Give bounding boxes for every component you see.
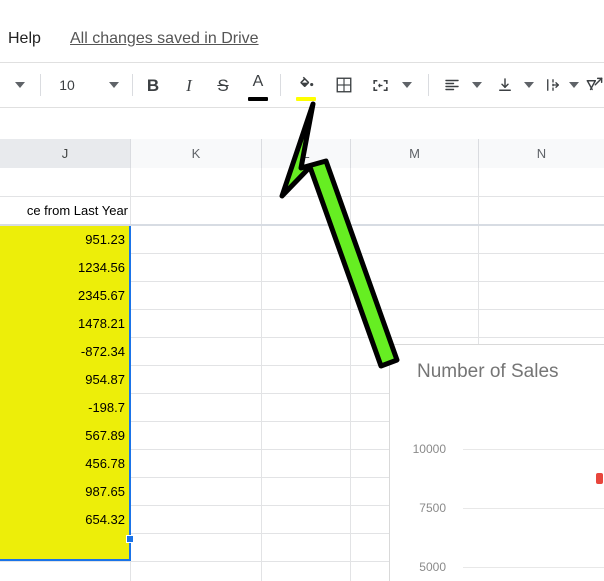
chevron-down-icon (109, 82, 119, 88)
cell-j-7[interactable]: -198.7 (0, 393, 129, 421)
horizontal-align-icon (445, 79, 459, 91)
column-header-n[interactable]: N (479, 139, 604, 168)
menu-item-help[interactable]: Help (8, 29, 41, 49)
cell-j-12[interactable] (0, 533, 129, 561)
save-status-label[interactable]: All changes saved in Drive (70, 29, 259, 49)
horizontal-align-button[interactable] (438, 63, 466, 107)
merge-cells-dropdown[interactable] (396, 63, 418, 107)
toolbar-divider (40, 74, 41, 96)
bold-button[interactable]: B (140, 63, 166, 107)
font-size-dropdown[interactable] (100, 63, 128, 107)
chevron-down-icon (402, 82, 412, 88)
cell-j-8[interactable]: 567.89 (0, 421, 129, 449)
cell-j-3[interactable]: 2345.67 (0, 281, 129, 309)
spreadsheet-grid[interactable]: J K L M N ce from Last Year 951.23 1234.… (0, 108, 604, 581)
grid-vline (130, 168, 131, 581)
vertical-align-icon (499, 78, 511, 91)
cell-j-5[interactable]: -872.34 (0, 337, 129, 365)
chevron-down-icon (569, 82, 579, 88)
text-wrapping-dropdown[interactable] (564, 63, 584, 107)
italic-button[interactable]: I (176, 63, 202, 107)
fill-color-button[interactable] (292, 63, 320, 107)
text-wrapping-icon (547, 79, 559, 91)
text-rotation-button[interactable] (582, 63, 604, 107)
font-size-input[interactable]: 10 (52, 63, 82, 107)
text-color-label: A (252, 73, 264, 90)
merge-cells-icon (372, 79, 388, 91)
cell-j-2[interactable]: 1234.56 (0, 253, 129, 281)
sales-chart[interactable]: Number of Sales 10000 7500 5000 2500 0 (389, 344, 604, 581)
spreadsheet-app-window: Help All changes saved in Drive 10 B I S… (0, 0, 604, 581)
fill-color-swatch (296, 97, 316, 101)
column-header-m[interactable]: M (351, 139, 479, 168)
text-wrapping-button[interactable] (540, 63, 566, 107)
strikethrough-button[interactable]: S (210, 63, 236, 107)
toolbar-divider (428, 74, 429, 96)
column-j-header-cell[interactable]: ce from Last Year (0, 196, 130, 224)
menu-bar: Help All changes saved in Drive (0, 0, 604, 62)
cell-j-1[interactable]: 951.23 (0, 226, 129, 253)
text-rotation-icon (586, 77, 602, 90)
borders-button[interactable] (330, 63, 358, 107)
borders-icon (336, 77, 352, 93)
chart-line-series (390, 345, 604, 581)
column-header-k[interactable]: K (131, 139, 262, 168)
toolbar-divider (132, 74, 133, 96)
grid-vline (261, 168, 262, 581)
vertical-align-dropdown[interactable] (518, 63, 540, 107)
chevron-down-icon (524, 82, 534, 88)
chart-marker-point (596, 473, 603, 484)
cell-j-4[interactable]: 1478.21 (0, 309, 129, 337)
format-toolbar: 10 B I S A (0, 62, 604, 108)
cell-j-10[interactable]: 987.65 (0, 477, 129, 505)
vertical-align-button[interactable] (492, 63, 518, 107)
cell-j-6[interactable]: 954.87 (0, 365, 129, 393)
cell-j-11[interactable]: 654.32 (0, 505, 129, 533)
cell-j-9[interactable]: 456.78 (0, 449, 129, 477)
toolbar-divider (280, 74, 281, 96)
paint-bucket-icon (300, 76, 314, 88)
column-header-j[interactable]: J (0, 139, 131, 168)
merge-cells-button[interactable] (366, 63, 394, 107)
horizontal-align-dropdown[interactable] (466, 63, 488, 107)
font-family-dropdown[interactable] (4, 63, 36, 107)
chevron-down-icon (15, 82, 25, 88)
grid-vline (350, 168, 351, 581)
column-header-l[interactable]: L (262, 139, 351, 168)
selection-fill-handle[interactable] (126, 535, 134, 543)
text-color-button[interactable]: A (244, 63, 272, 107)
chevron-down-icon (472, 82, 482, 88)
text-color-swatch (248, 97, 268, 101)
